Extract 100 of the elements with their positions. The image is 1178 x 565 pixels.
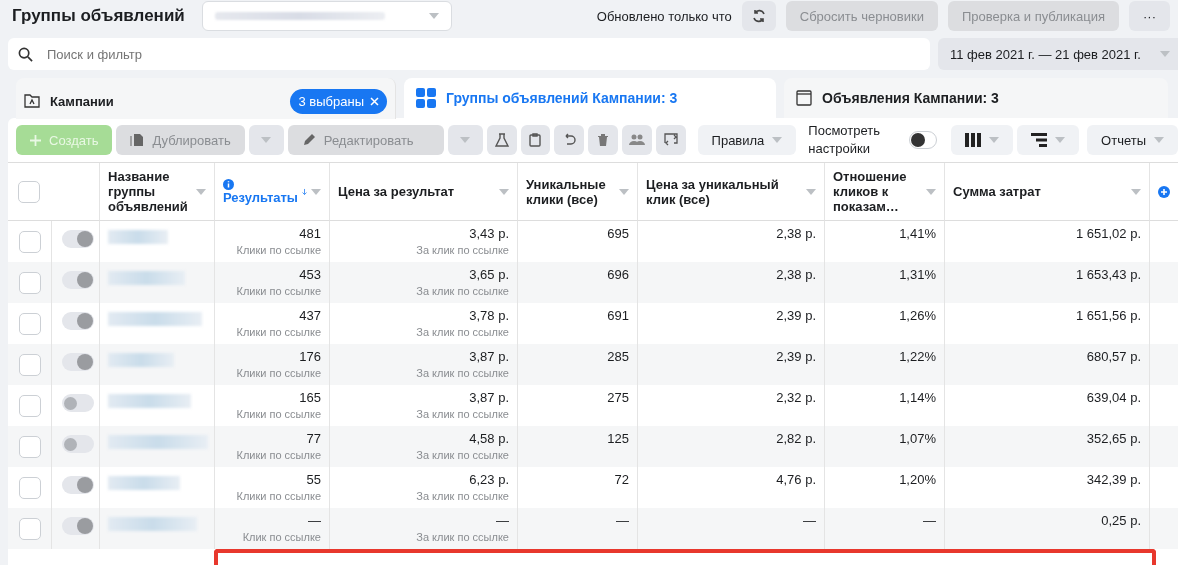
breakdown-icon [1031, 133, 1048, 147]
reports-button[interactable]: Отчеты [1087, 125, 1178, 155]
table-cell: 437 [299, 308, 321, 323]
column-header[interactable]: Отношение кликов к показам… [833, 169, 922, 214]
status-toggle[interactable] [62, 271, 94, 289]
table-cell: 275 [607, 390, 629, 405]
caret-icon [460, 137, 471, 143]
column-header[interactable]: Цена за уникальный клик (все) [646, 176, 802, 207]
redacted-name [108, 353, 174, 367]
cell-note: За клик по ссылке [415, 244, 509, 256]
table-cell: 4,76 р. [776, 472, 816, 487]
table-cell: 6,23 р. [469, 472, 509, 487]
search-icon [18, 46, 33, 62]
refresh-icon[interactable] [741, 1, 776, 31]
rules-button[interactable]: Правила [697, 125, 797, 155]
caret-icon [1055, 137, 1066, 143]
cell-note: За клик по ссылке [415, 408, 509, 420]
status-toggle[interactable] [62, 517, 94, 535]
status-toggle[interactable] [62, 394, 94, 412]
table-cell: 3,43 р. [469, 226, 509, 241]
cell-note: Клики по ссылке [235, 244, 321, 256]
table-cell: 1,31% [899, 267, 936, 282]
table-cell: 1,07% [899, 431, 936, 446]
column-header[interactable]: Уникальные клики (все) [526, 176, 615, 207]
row-checkbox[interactable] [18, 518, 41, 540]
search-input[interactable]: Поиск и фильтр [45, 45, 920, 63]
column-header[interactable]: Сумма затрат [953, 184, 1127, 199]
more-button[interactable]: ··· [1129, 1, 1170, 31]
selection-badge[interactable]: 3 выбраны [290, 88, 387, 114]
table-cell: 2,39 р. [776, 308, 816, 323]
folder-icon [24, 94, 40, 108]
table-cell: — [803, 513, 816, 528]
table-cell: 176 [299, 349, 321, 364]
search-field[interactable]: Поиск и фильтр [8, 38, 930, 70]
row-checkbox[interactable] [18, 436, 41, 458]
tab-label: Группы объявлений Кампании: 3 [446, 90, 678, 106]
tab[interactable]: Объявления Кампании: 3 [784, 78, 1168, 118]
cell-note: Клики по ссылке [235, 367, 321, 379]
table-cell: 2,38 р. [776, 267, 816, 282]
table-cell: 1 653,43 р. [1075, 267, 1141, 282]
status-toggle[interactable] [62, 230, 94, 248]
sort-caret-icon [499, 188, 509, 195]
table-cell: 285 [607, 349, 629, 364]
date-range-picker[interactable]: 11 фев 2021 г. — 21 фев 2021 г. [938, 38, 1178, 70]
tab-label: Кампании [50, 93, 114, 109]
row-checkbox[interactable] [18, 395, 41, 417]
flask-icon[interactable] [486, 125, 517, 155]
table-cell: 165 [299, 390, 321, 405]
table-cell: 639,04 р. [1086, 390, 1141, 405]
status-toggle[interactable] [62, 353, 94, 371]
status-toggle[interactable] [62, 476, 94, 494]
row-checkbox[interactable] [18, 354, 41, 376]
row-checkbox[interactable] [18, 231, 41, 253]
column-header[interactable]: Результаты [223, 178, 298, 205]
sort-caret-icon [619, 188, 629, 195]
ab-test-icon[interactable] [655, 125, 686, 155]
row-checkbox[interactable] [18, 477, 41, 499]
tab[interactable]: Группы объявлений Кампании: 3 [404, 78, 776, 118]
window-icon [796, 90, 812, 106]
table-cell: 352,65 р. [1086, 431, 1141, 446]
cell-note: Клики по ссылке [235, 490, 321, 502]
dropdown-button[interactable] [248, 125, 284, 155]
campaign-dropdown[interactable] [202, 1, 452, 31]
people-icon[interactable] [621, 125, 652, 155]
breakdown-button[interactable] [1017, 125, 1080, 155]
add-column-icon[interactable] [1158, 185, 1170, 198]
table-cell: 0,25 р. [1101, 513, 1141, 528]
table-cell: 2,82 р. [776, 431, 816, 446]
tab[interactable]: Кампании 3 выбраны [16, 78, 396, 119]
clipboard-icon[interactable] [520, 125, 551, 155]
plus-icon [30, 134, 41, 146]
close-icon[interactable] [370, 96, 379, 106]
table-cell: 3,87 р. [469, 349, 509, 364]
status-toggle[interactable] [62, 435, 94, 453]
columns-icon [965, 133, 982, 147]
cell-note: Клики по ссылке [235, 285, 321, 297]
column-header[interactable]: Название группы объявлений [108, 169, 192, 214]
sort-caret-icon [196, 188, 206, 195]
table-cell: 695 [607, 226, 629, 241]
table-cell: 1 651,02 р. [1075, 226, 1141, 241]
columns-button[interactable] [951, 125, 1014, 155]
caret-icon [989, 137, 1000, 143]
undo-icon[interactable] [554, 125, 585, 155]
update-status: Обновлено только что [596, 8, 732, 24]
sort-caret-icon [1131, 188, 1141, 195]
table-cell: 691 [607, 308, 629, 323]
delete-icon[interactable] [588, 125, 618, 155]
sort-caret-icon [926, 188, 936, 195]
select-all-checkbox[interactable] [18, 180, 40, 203]
row-checkbox[interactable] [18, 272, 41, 294]
view-settings-switch[interactable] [908, 131, 938, 149]
table-cell: 125 [607, 431, 629, 446]
column-header[interactable]: Цена за результат [338, 184, 495, 199]
view-settings-label: Посмотреть настройки [808, 122, 882, 158]
cell-note: За клик по ссылке [415, 367, 509, 379]
cell-note: За клик по ссылке [415, 326, 509, 338]
info-icon [223, 178, 234, 190]
row-checkbox[interactable] [18, 313, 41, 335]
status-toggle[interactable] [62, 312, 94, 330]
table-cell: 680,57 р. [1086, 349, 1141, 364]
